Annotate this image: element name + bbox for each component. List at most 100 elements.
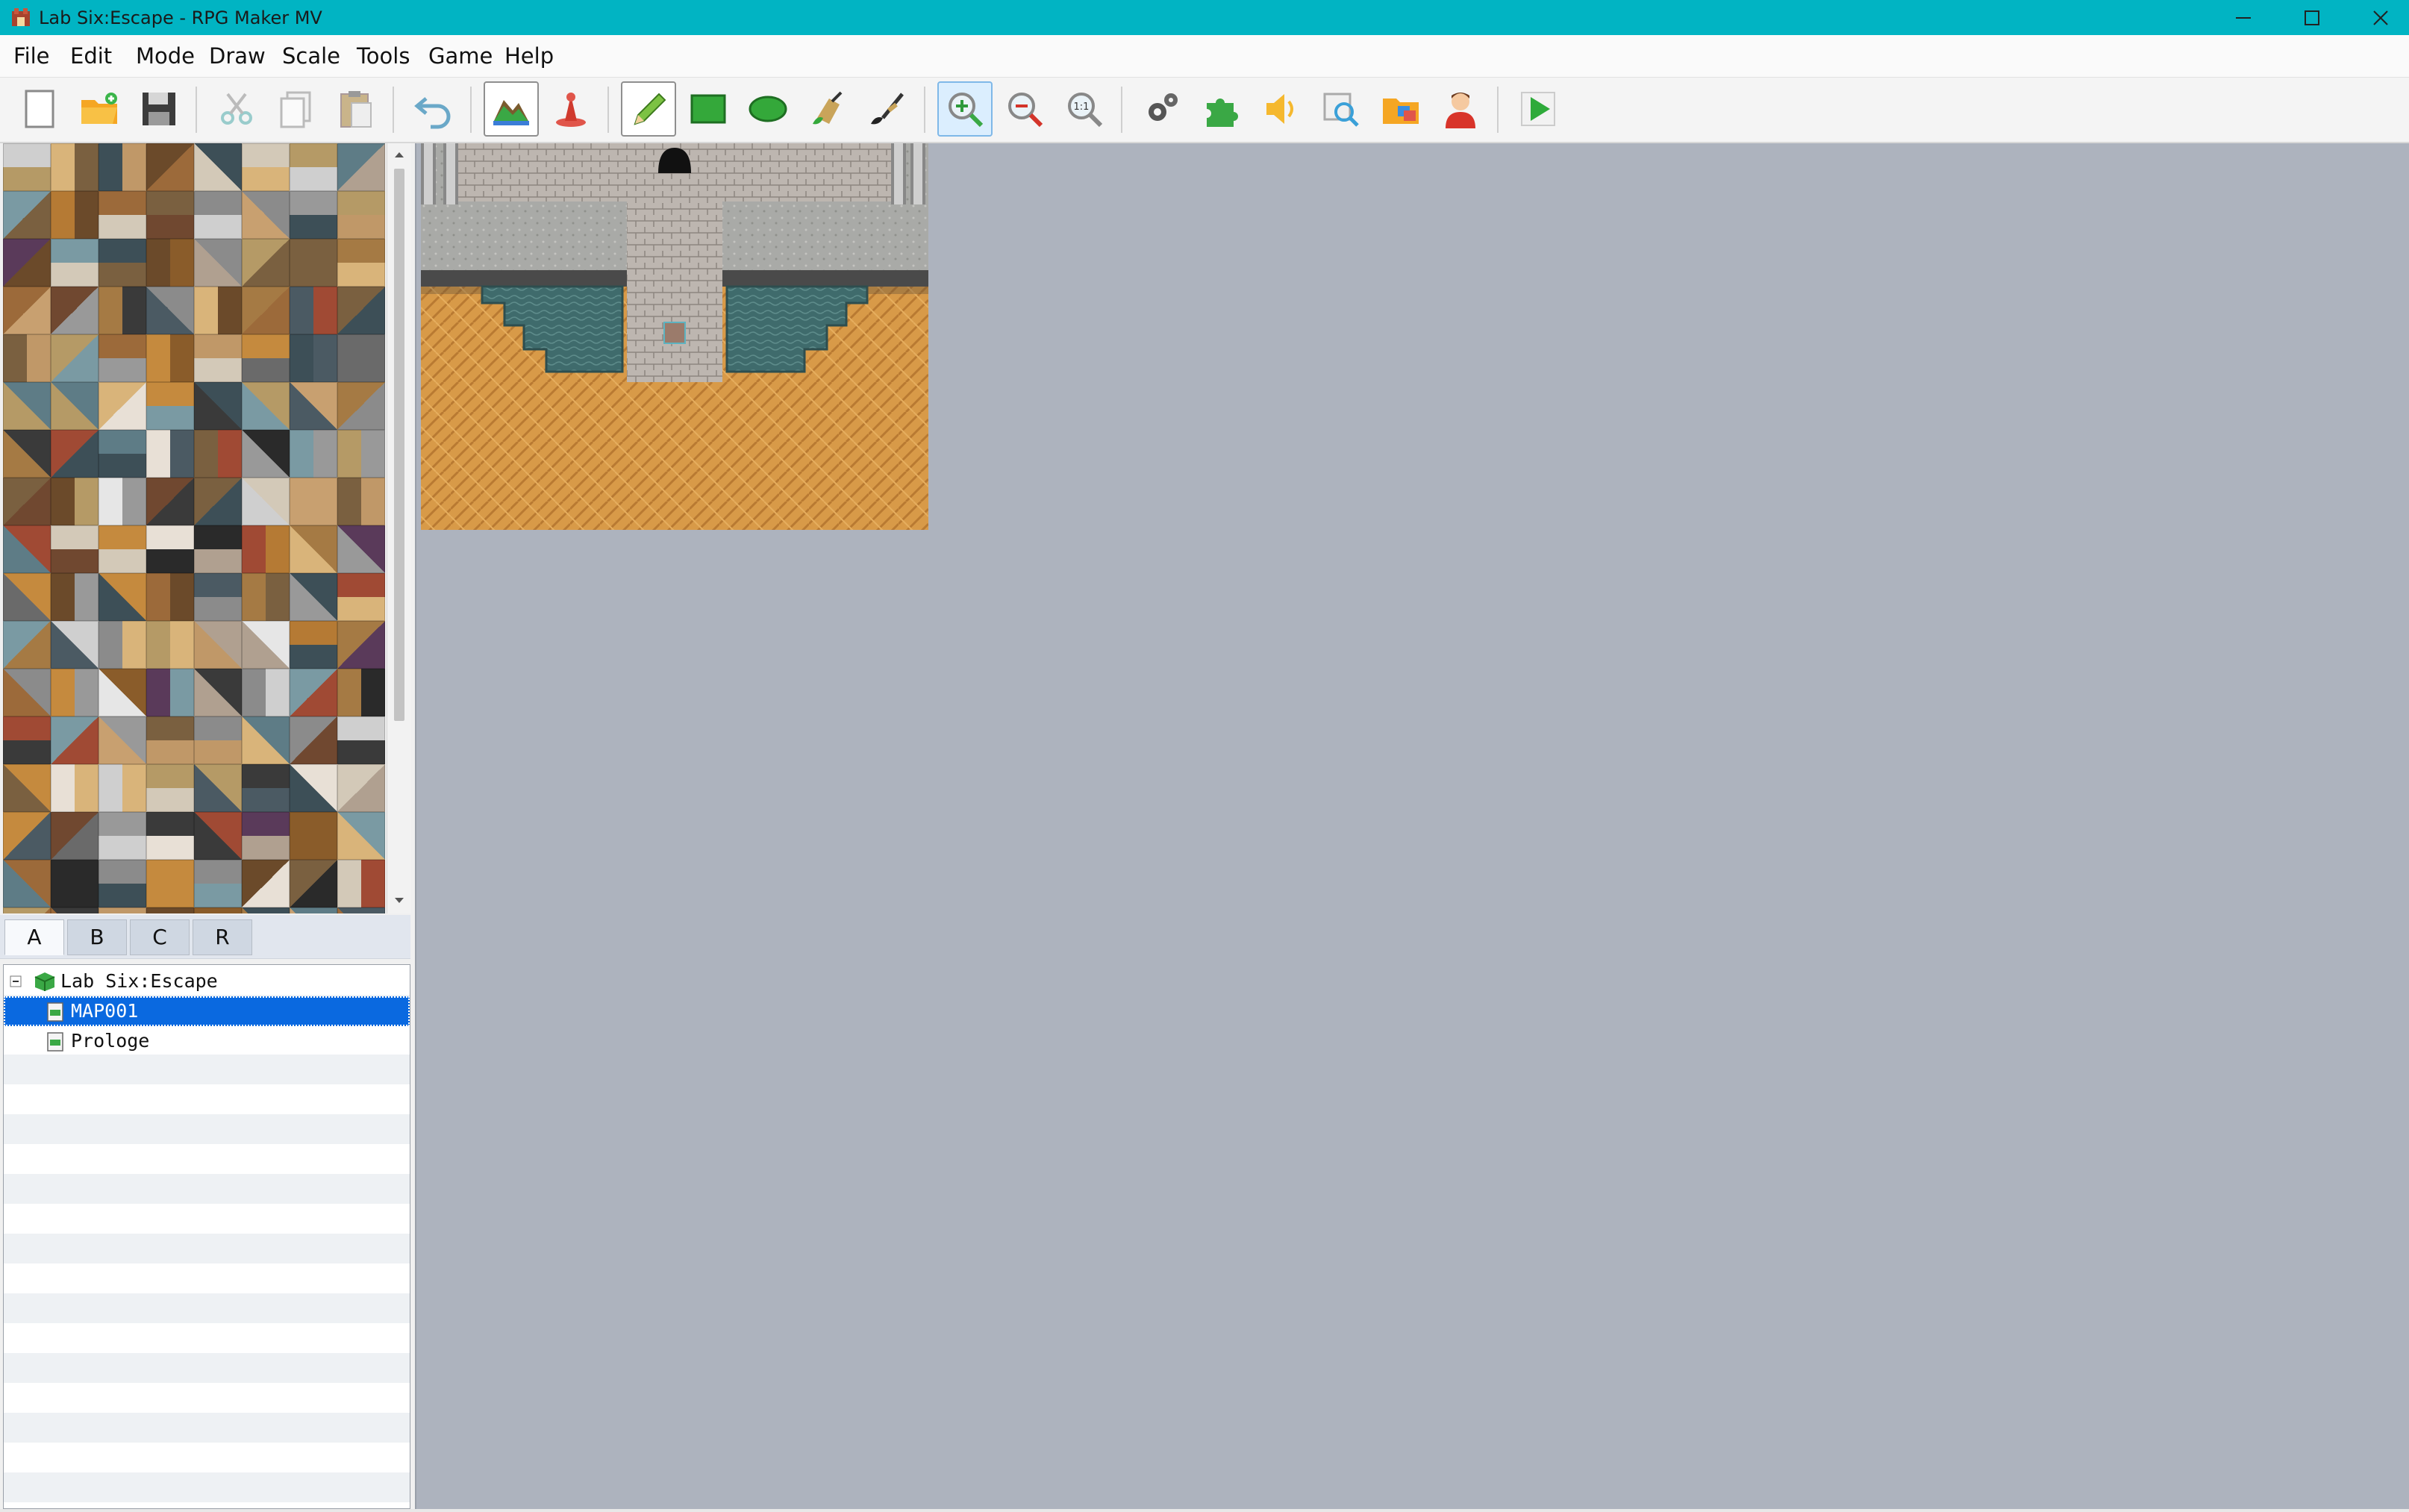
maximize-button[interactable]	[2278, 0, 2346, 35]
tileset-tile[interactable]	[51, 143, 99, 191]
tileset-tile[interactable]	[146, 907, 194, 913]
database-button[interactable]	[1134, 81, 1190, 137]
tab-c[interactable]: C	[130, 919, 190, 955]
tileset-tile[interactable]	[242, 287, 290, 334]
tileset-tile[interactable]	[51, 860, 99, 907]
tileset-tile[interactable]	[194, 382, 242, 430]
tileset-tile[interactable]	[51, 191, 99, 239]
tileset-palette[interactable]	[3, 143, 385, 913]
tileset-tile[interactable]	[51, 573, 99, 621]
zoom-out-button[interactable]	[997, 81, 1052, 137]
tileset-tile[interactable]	[51, 382, 99, 430]
tileset-tile[interactable]	[146, 621, 194, 669]
tileset-tile[interactable]	[337, 907, 385, 913]
tileset-tile[interactable]	[3, 287, 51, 334]
tileset-tile[interactable]	[242, 812, 290, 860]
tileset-tile[interactable]	[242, 860, 290, 907]
tileset-tile[interactable]	[99, 860, 146, 907]
tileset-tile[interactable]	[146, 478, 194, 525]
tileset-tile[interactable]	[3, 382, 51, 430]
tileset-tile[interactable]	[337, 287, 385, 334]
minimize-button[interactable]	[2209, 0, 2278, 35]
sound-test-button[interactable]	[1254, 81, 1309, 137]
tileset-tile[interactable]	[194, 334, 242, 382]
menu-mode[interactable]: Mode	[131, 43, 199, 69]
tileset-tile[interactable]	[51, 478, 99, 525]
tileset-tile[interactable]	[242, 764, 290, 812]
tileset-tile[interactable]	[242, 430, 290, 478]
tileset-tile[interactable]	[290, 143, 337, 191]
menu-game[interactable]: Game	[424, 43, 497, 69]
tileset-tile[interactable]	[194, 669, 242, 716]
tileset-tile[interactable]	[290, 812, 337, 860]
tileset-tile[interactable]	[242, 478, 290, 525]
tileset-tile[interactable]	[290, 716, 337, 764]
tileset-tile[interactable]	[290, 191, 337, 239]
playtest-button[interactable]	[1510, 81, 1566, 137]
scrollbar-thumb[interactable]	[394, 169, 404, 721]
tileset-tile[interactable]	[242, 621, 290, 669]
tileset-tile[interactable]	[194, 430, 242, 478]
tileset-tile[interactable]	[3, 812, 51, 860]
tileset-tile[interactable]	[337, 716, 385, 764]
tileset-tile[interactable]	[51, 812, 99, 860]
tab-b[interactable]: B	[67, 919, 127, 955]
tileset-tile[interactable]	[290, 334, 337, 382]
tileset-tile[interactable]	[99, 143, 146, 191]
tileset-tile[interactable]	[242, 382, 290, 430]
tileset-tile[interactable]	[242, 907, 290, 913]
tileset-tile[interactable]	[337, 860, 385, 907]
tileset-tile[interactable]	[99, 478, 146, 525]
resource-manager-button[interactable]	[1373, 81, 1428, 137]
tileset-tile[interactable]	[290, 287, 337, 334]
tileset-tile[interactable]	[337, 669, 385, 716]
paste-button[interactable]	[328, 81, 384, 137]
tileset-tile[interactable]	[99, 621, 146, 669]
tileset-tile[interactable]	[146, 191, 194, 239]
tileset-tile[interactable]	[3, 478, 51, 525]
tileset-tile[interactable]	[290, 907, 337, 913]
tileset-tile[interactable]	[146, 334, 194, 382]
event-mode-button[interactable]	[543, 81, 599, 137]
tileset-tile[interactable]	[337, 239, 385, 287]
tileset-tile[interactable]	[337, 525, 385, 573]
tileset-tile[interactable]	[194, 764, 242, 812]
menu-draw[interactable]: Draw	[204, 43, 270, 69]
tileset-tile[interactable]	[290, 621, 337, 669]
tileset-tile[interactable]	[194, 621, 242, 669]
tileset-tile[interactable]	[3, 907, 51, 913]
tileset-tile[interactable]	[51, 287, 99, 334]
menu-help[interactable]: Help	[500, 43, 558, 69]
ellipse-button[interactable]	[740, 81, 796, 137]
tileset-tile[interactable]	[99, 525, 146, 573]
tileset-tile[interactable]	[290, 573, 337, 621]
tileset-tile[interactable]	[337, 430, 385, 478]
tileset-tile[interactable]	[242, 716, 290, 764]
tileset-tile[interactable]	[290, 764, 337, 812]
save-project-button[interactable]	[131, 81, 187, 137]
tileset-tile[interactable]	[146, 382, 194, 430]
tileset-tile[interactable]	[3, 430, 51, 478]
tileset-tile[interactable]	[51, 430, 99, 478]
tileset-tile[interactable]	[99, 907, 146, 913]
cut-button[interactable]	[209, 81, 264, 137]
tileset-tile[interactable]	[337, 573, 385, 621]
tileset-tile[interactable]	[194, 573, 242, 621]
tileset-tile[interactable]	[3, 143, 51, 191]
tileset-tile[interactable]	[51, 239, 99, 287]
map-canvas[interactable]	[421, 143, 928, 530]
rectangle-button[interactable]	[681, 81, 736, 137]
tileset-tile[interactable]	[290, 430, 337, 478]
tileset-tile[interactable]	[51, 669, 99, 716]
tileset-scrollbar[interactable]	[387, 143, 411, 913]
tileset-tile[interactable]	[146, 716, 194, 764]
tileset-tile[interactable]	[194, 287, 242, 334]
zoom-in-button[interactable]	[937, 81, 993, 137]
tileset-tile[interactable]	[146, 669, 194, 716]
tileset-tile[interactable]	[99, 716, 146, 764]
scroll-up-arrow[interactable]	[387, 143, 411, 166]
menu-edit[interactable]: Edit	[66, 43, 116, 69]
tileset-tile[interactable]	[51, 525, 99, 573]
tileset-tile[interactable]	[337, 382, 385, 430]
tileset-tile[interactable]	[242, 191, 290, 239]
